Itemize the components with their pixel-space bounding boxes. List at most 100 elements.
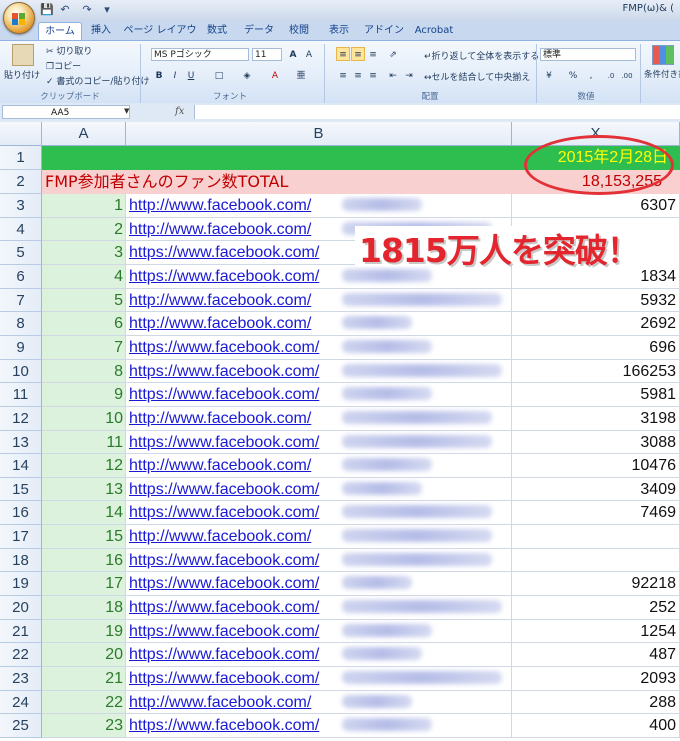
redo-icon[interactable]: ↷ xyxy=(80,3,94,17)
row-header[interactable]: 25 xyxy=(0,714,42,738)
percent-icon[interactable]: % xyxy=(566,68,580,82)
row-number-cell[interactable]: 23 xyxy=(42,714,126,738)
tab-data[interactable]: データ xyxy=(240,22,278,39)
wrap-text-button[interactable]: ↵折り返して全体を表示する xyxy=(424,49,539,62)
row-number-cell[interactable]: 1 xyxy=(42,194,126,218)
merge-center-button[interactable]: ↔セルを結合して中央揃え xyxy=(424,70,530,83)
decrease-indent-icon[interactable]: ⇤ xyxy=(386,68,400,82)
fan-count-cell[interactable]: 3088 xyxy=(512,431,680,454)
save-icon[interactable]: 💾 xyxy=(40,3,54,17)
row-number-cell[interactable]: 12 xyxy=(42,454,126,478)
orientation-icon[interactable]: ⇗ xyxy=(386,47,400,61)
row-header[interactable]: 3 xyxy=(0,194,42,218)
align-right-icon[interactable]: ≡ xyxy=(366,68,380,82)
url-cell[interactable]: https://www.facebook.com/ xyxy=(126,478,512,501)
row-number-cell[interactable]: 2 xyxy=(42,218,126,241)
fan-count-cell[interactable]: 92218 xyxy=(512,572,680,596)
conditional-format-button[interactable]: 条件付き書式 xyxy=(644,68,680,80)
row-header[interactable]: 23 xyxy=(0,667,42,691)
column-header-a[interactable]: A xyxy=(42,122,126,146)
row-number-cell[interactable]: 4 xyxy=(42,265,126,289)
row-header[interactable]: 17 xyxy=(0,525,42,549)
row-header[interactable]: 20 xyxy=(0,596,42,620)
currency-icon[interactable]: ¥ xyxy=(542,68,556,82)
row-header[interactable]: 8 xyxy=(0,312,42,336)
align-left-icon[interactable]: ≡ xyxy=(336,68,350,82)
row-header[interactable]: 24 xyxy=(0,691,42,714)
url-cell[interactable]: https://www.facebook.com/ xyxy=(126,596,512,620)
url-cell[interactable]: https://www.facebook.com/ xyxy=(126,383,512,407)
row-header[interactable]: 15 xyxy=(0,478,42,501)
url-cell[interactable]: https://www.facebook.com/ xyxy=(126,643,512,667)
fan-count-cell[interactable]: 5981 xyxy=(512,383,680,407)
fan-count-cell[interactable]: 252 xyxy=(512,596,680,620)
row-number-cell[interactable]: 17 xyxy=(42,572,126,596)
copy-button[interactable]: ❐コピー xyxy=(46,59,81,72)
fan-count-cell[interactable]: 3198 xyxy=(512,407,680,431)
url-cell[interactable]: https://www.facebook.com/ xyxy=(126,572,512,596)
url-cell[interactable]: https://www.facebook.com/ xyxy=(126,501,512,525)
row-number-cell[interactable]: 3 xyxy=(42,241,126,265)
increase-indent-icon[interactable]: ⇥ xyxy=(402,68,416,82)
tab-review[interactable]: 校閲 xyxy=(284,22,314,39)
row-header[interactable]: 9 xyxy=(0,336,42,360)
formula-input[interactable] xyxy=(194,105,680,119)
fan-count-cell[interactable]: 166253 xyxy=(512,360,680,383)
comma-icon[interactable]: , xyxy=(584,68,598,82)
fan-count-cell[interactable] xyxy=(512,549,680,572)
tab-page-layout[interactable]: ページ レイアウト xyxy=(122,22,198,53)
decrease-decimal-icon[interactable]: .00 xyxy=(620,68,634,82)
row-number-cell[interactable]: 5 xyxy=(42,289,126,312)
url-cell[interactable]: https://www.facebook.com/ xyxy=(126,667,512,691)
row-number-cell[interactable]: 16 xyxy=(42,549,126,572)
fill-color-icon[interactable]: ◈ xyxy=(240,68,254,82)
tab-formulas[interactable]: 数式 xyxy=(202,22,232,39)
select-all-corner[interactable] xyxy=(0,122,42,146)
font-size-select[interactable]: 11 xyxy=(252,48,282,61)
row-header[interactable]: 14 xyxy=(0,454,42,478)
fan-count-cell[interactable]: 2692 xyxy=(512,312,680,336)
fan-count-cell[interactable]: 487 xyxy=(512,643,680,667)
fan-count-cell[interactable]: 7469 xyxy=(512,501,680,525)
fan-count-cell[interactable] xyxy=(512,525,680,549)
fan-count-cell[interactable]: 1254 xyxy=(512,620,680,643)
url-cell[interactable]: http://www.facebook.com/ xyxy=(126,454,512,478)
tab-home[interactable]: ホーム xyxy=(38,22,82,40)
row-number-cell[interactable]: 19 xyxy=(42,620,126,643)
row-header[interactable]: 19 xyxy=(0,572,42,596)
font-color-icon[interactable]: A xyxy=(268,68,282,82)
url-cell[interactable]: https://www.facebook.com/ xyxy=(126,620,512,643)
insert-function-icon[interactable]: fx xyxy=(175,106,184,117)
font-name-select[interactable]: MS Pゴシック xyxy=(151,48,249,61)
row-header[interactable]: 1 xyxy=(0,146,42,170)
phonetic-icon[interactable]: 亜 xyxy=(294,68,308,82)
url-cell[interactable]: https://www.facebook.com/ xyxy=(126,336,512,360)
url-cell[interactable]: http://www.facebook.com/ xyxy=(126,691,512,714)
url-cell[interactable]: http://www.facebook.com/ xyxy=(126,312,512,336)
shrink-font-icon[interactable]: A xyxy=(302,47,316,61)
row-header[interactable]: 21 xyxy=(0,620,42,643)
tab-insert[interactable]: 挿入 xyxy=(84,22,118,39)
row-header[interactable]: 22 xyxy=(0,643,42,667)
url-cell[interactable]: https://www.facebook.com/ xyxy=(126,431,512,454)
url-cell[interactable]: http://www.facebook.com/ xyxy=(126,289,512,312)
tab-view[interactable]: 表示 xyxy=(324,22,354,39)
align-top-icon[interactable]: ≡ xyxy=(336,47,350,61)
row-header[interactable]: 12 xyxy=(0,407,42,431)
row-number-cell[interactable]: 22 xyxy=(42,691,126,714)
url-cell[interactable]: http://www.facebook.com/ xyxy=(126,407,512,431)
undo-icon[interactable]: ↶ xyxy=(58,3,72,17)
row-header[interactable]: 2 xyxy=(0,170,42,194)
url-cell[interactable]: http://www.facebook.com/ xyxy=(126,194,512,218)
fan-count-cell[interactable]: 6307 xyxy=(512,194,680,218)
row-header[interactable]: 7 xyxy=(0,289,42,312)
align-center-icon[interactable]: ≡ xyxy=(351,68,365,82)
increase-decimal-icon[interactable]: .0 xyxy=(604,68,618,82)
row-header[interactable]: 10 xyxy=(0,360,42,383)
paste-button[interactable]: 貼り付け xyxy=(4,68,40,81)
fan-count-cell[interactable]: 2093 xyxy=(512,667,680,691)
tab-acrobat[interactable]: Acrobat xyxy=(412,22,456,39)
cut-button[interactable]: ✂ 切り取り xyxy=(46,44,92,57)
row-header[interactable]: 11 xyxy=(0,383,42,407)
borders-icon[interactable]: □ xyxy=(212,68,226,82)
